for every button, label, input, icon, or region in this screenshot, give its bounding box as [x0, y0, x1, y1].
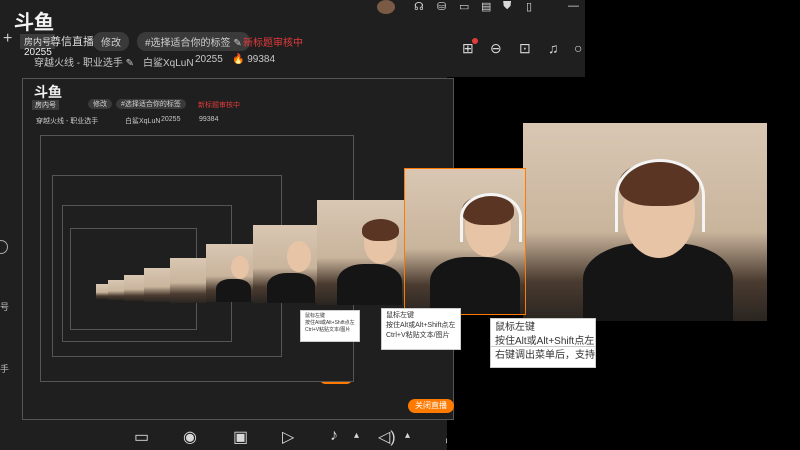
avatar[interactable] [377, 0, 395, 14]
tag-selector[interactable]: #选择适合你的标签 ✎ [137, 32, 250, 51]
camera-preview [144, 268, 170, 302]
camera-preview [317, 200, 404, 305]
tag-label: #选择适合你的标签 [145, 38, 231, 49]
mirror-go-live-button: 关闭直播 [408, 399, 454, 413]
device-icon[interactable]: ▯ [526, 0, 532, 13]
headset-icon[interactable]: ☊ [414, 0, 424, 13]
mirror-room-id: 20255 [161, 116, 181, 123]
lock-icon[interactable]: ⊖ [490, 40, 502, 57]
mirror-tooltip-small: 鼠标左键 按住Alt或Alt+Shift点左 Ctrl+V粘贴文本/图片 [300, 310, 360, 342]
screen-icon[interactable]: ▭ [459, 0, 469, 13]
left-ring-icon[interactable] [0, 240, 8, 254]
box-icon[interactable]: ⊡ [519, 40, 531, 57]
shirt-icon[interactable]: ⛊ [503, 0, 511, 13]
camera-preview [206, 244, 253, 302]
category-label[interactable]: 穿越火线 - 职业选手 ✎ [34, 54, 134, 69]
document-icon[interactable]: ▤ [481, 0, 491, 13]
volume-dropdown-icon[interactable]: ▴ [405, 430, 410, 441]
plus-icon[interactable]: + [3, 30, 12, 48]
bell-icon[interactable]: ♫ [548, 40, 559, 56]
left-label-a: 号 [0, 302, 10, 312]
camera-preview [523, 123, 767, 321]
mirror-streamer: 白鲨XqLuN [125, 118, 161, 125]
camera-preview [253, 225, 317, 303]
mic-dropdown-icon[interactable]: ▴ [354, 430, 359, 441]
edit-title-button[interactable]: 修改 [93, 32, 129, 51]
camera-icon[interactable]: ◉ [183, 427, 197, 447]
streamer-name: 白鲨XqLuN [143, 58, 194, 69]
room-id-text: 20255 [195, 54, 223, 65]
pencil-icon: ✎ [233, 38, 242, 49]
camera-preview [124, 275, 144, 301]
pencil-icon: ✎ [125, 58, 135, 69]
fire-icon: 🔥 [232, 54, 245, 65]
tooltip-line-last: 右键调出菜单后，支持 [490, 346, 596, 368]
app-logo: 斗鱼 [14, 10, 54, 34]
left-label-b: 手 [0, 364, 10, 374]
bag-icon[interactable]: ⛁ [437, 0, 446, 13]
mirror-edit-button: 修改 [88, 99, 112, 109]
camera-preview [170, 258, 206, 303]
review-notice: 新标题审核中 [243, 38, 303, 49]
tooltip-line: 鼠标左键 [495, 322, 535, 333]
message-icon[interactable]: ▭ [134, 427, 149, 447]
notification-dot [472, 38, 478, 44]
mirror-heat: 99384 [199, 116, 219, 123]
minimize-icon[interactable]: — [568, 0, 579, 12]
circle-icon[interactable]: ○ [574, 40, 582, 56]
camera-preview [96, 284, 108, 299]
volume-icon[interactable]: ◁) [378, 427, 396, 447]
play-icon[interactable]: ▷ [282, 427, 294, 447]
camera-preview [108, 280, 124, 300]
mirror-tag-label: #选择适合你的标签 [116, 99, 186, 109]
mirror-category: 穿越火线 - 职业选手 [36, 118, 99, 125]
mirror-logo: 斗鱼 [34, 85, 62, 101]
mirror-room-badge: 房内号 [32, 100, 59, 110]
mic-icon[interactable]: ♪ [330, 427, 338, 445]
heat-counter: 🔥 99384 [232, 54, 276, 65]
camera-preview [404, 168, 526, 315]
mirror-tooltip: 鼠标左键 按住Alt或Alt+Shift点左 Ctrl+V粘贴文本/图片 [381, 308, 461, 350]
image-icon[interactable]: ▣ [233, 427, 248, 447]
mirror-notice: 新标题审核中 [198, 102, 240, 109]
